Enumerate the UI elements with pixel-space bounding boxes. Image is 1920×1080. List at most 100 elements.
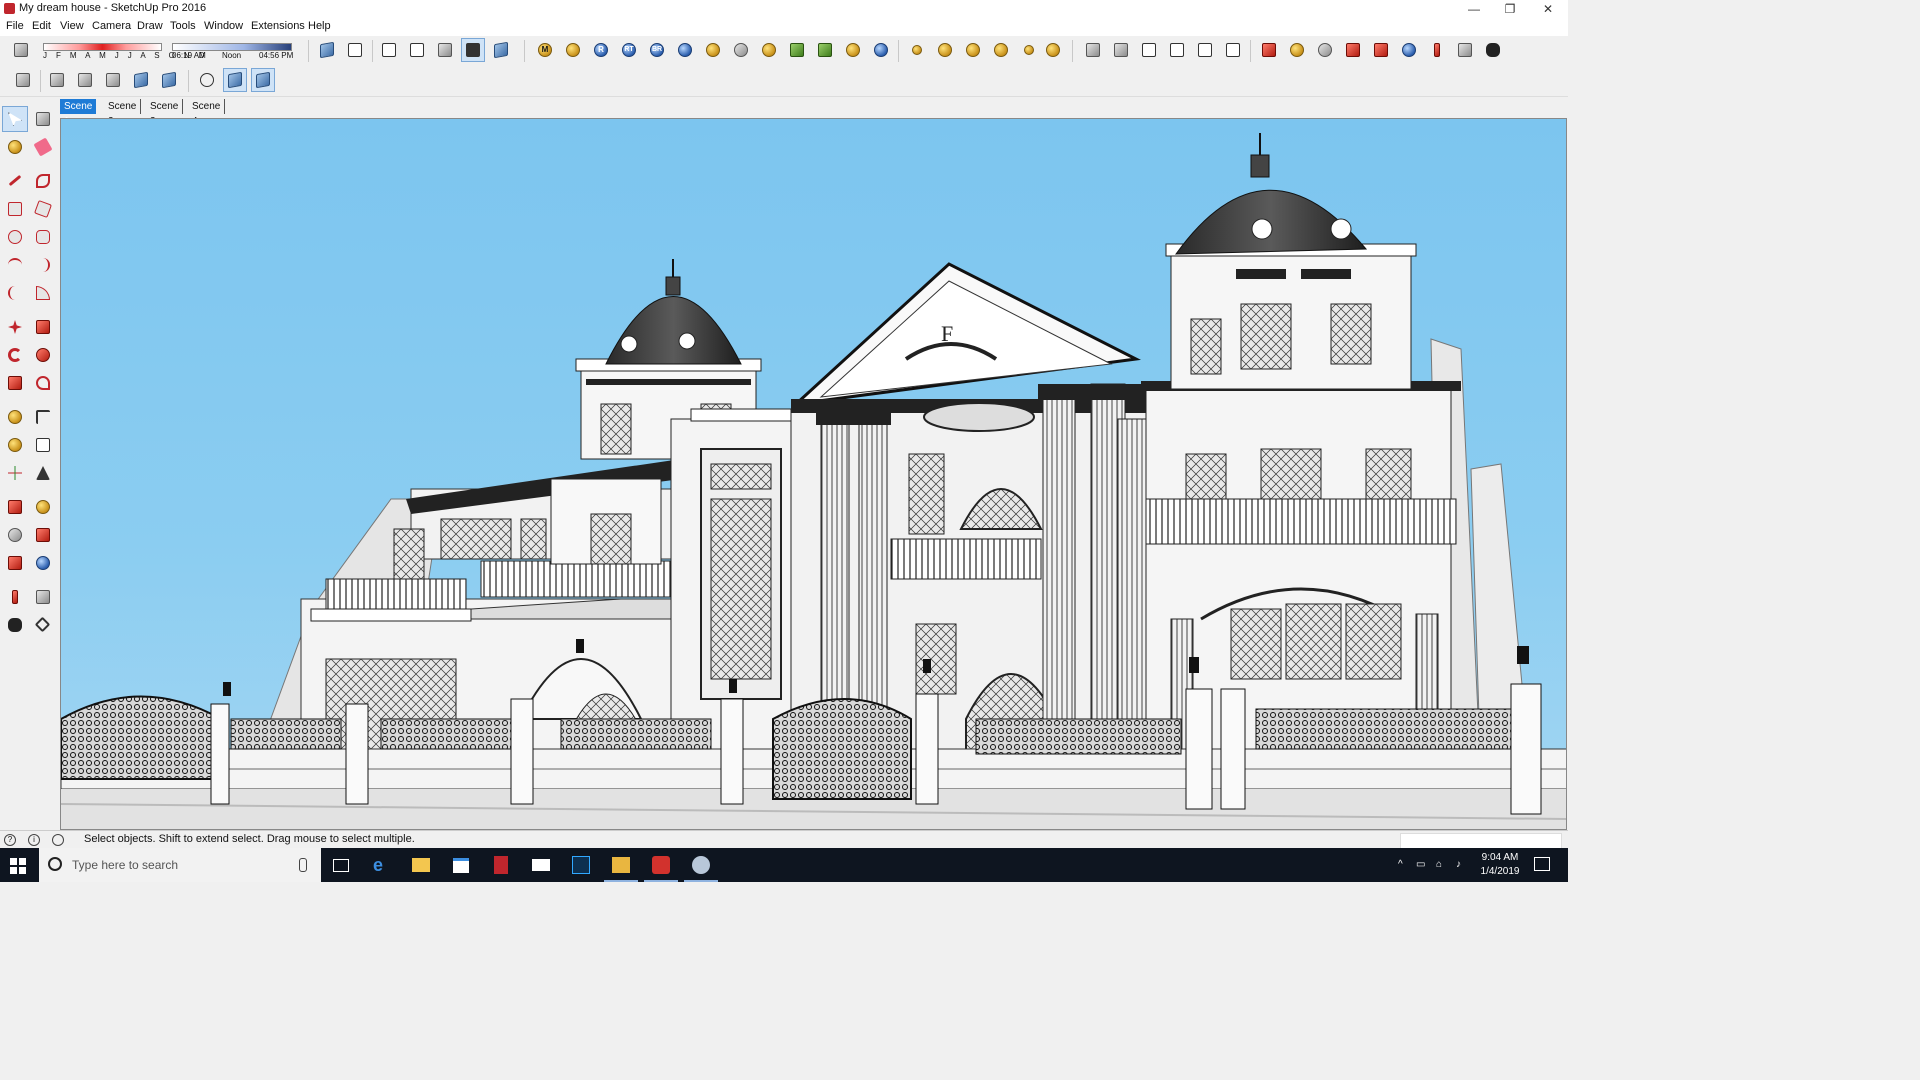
time-slider[interactable] [172, 43, 292, 51]
make-component-tool[interactable] [31, 107, 55, 131]
menu-draw[interactable]: Draw [137, 20, 163, 32]
file-explorer-button[interactable] [410, 854, 432, 876]
shaded-button[interactable] [434, 39, 456, 61]
terrain-button[interactable] [786, 39, 808, 61]
scale-tool[interactable] [3, 371, 27, 395]
menu-file[interactable]: File [6, 20, 24, 32]
ies-light-button[interactable] [1042, 39, 1064, 61]
plane-button[interactable] [758, 39, 780, 61]
tape-measure-tool[interactable] [3, 405, 27, 429]
right-view-button[interactable] [1166, 39, 1188, 61]
mail-button[interactable] [530, 854, 552, 876]
menu-camera[interactable]: Camera [92, 20, 131, 32]
pdf-app-button[interactable] [490, 854, 512, 876]
plugin-label-button[interactable] [702, 39, 724, 61]
position-camera-button[interactable] [1426, 39, 1448, 61]
push-pull-tool[interactable] [31, 315, 55, 339]
select-tool[interactable] [2, 106, 28, 132]
store-button[interactable] [450, 854, 472, 876]
layout-app-button[interactable] [684, 854, 718, 882]
credits-icon[interactable]: i [28, 834, 40, 846]
rotate-tool[interactable] [3, 343, 27, 367]
notification-icon[interactable] [1534, 857, 1550, 871]
three-point-arc-tool[interactable] [3, 281, 27, 305]
zoom-window-button[interactable] [1342, 39, 1364, 61]
rectangle-tool[interactable] [3, 197, 27, 221]
pan-button[interactable] [1286, 39, 1308, 61]
walk-tool[interactable] [3, 613, 27, 637]
microphone-icon[interactable] [299, 858, 307, 872]
zoom-tool[interactable] [3, 523, 27, 547]
menu-view[interactable]: View [60, 20, 84, 32]
omni-light-button[interactable] [1018, 39, 1040, 61]
axes-tool[interactable] [3, 461, 27, 485]
group-button[interactable] [158, 69, 180, 91]
sphere-button[interactable] [730, 39, 752, 61]
help-plugin-button[interactable] [674, 39, 696, 61]
front-view-button[interactable] [1138, 39, 1160, 61]
line-tool[interactable] [3, 169, 27, 193]
sketchup-taskbar-button[interactable] [644, 854, 678, 882]
month-slider[interactable] [43, 43, 162, 51]
menu-window[interactable]: Window [204, 20, 243, 32]
text-tool[interactable] [31, 433, 55, 457]
model-viewport[interactable]: F [60, 118, 1567, 830]
minimize-button[interactable]: — [1456, 0, 1492, 18]
terrain-alt-button[interactable] [814, 39, 836, 61]
edge-browser-button[interactable]: e [371, 854, 393, 876]
freehand-tool[interactable] [31, 169, 55, 193]
zoom-button[interactable] [1314, 39, 1336, 61]
layers-button[interactable] [12, 69, 34, 91]
arc-tool[interactable] [3, 253, 27, 277]
look-around-tool[interactable] [31, 585, 55, 609]
clock-time[interactable]: 9:04 AM [1480, 852, 1520, 863]
battery-icon[interactable]: ▭ [1416, 859, 1425, 870]
follow-me-tool[interactable] [31, 343, 55, 367]
target-button[interactable] [842, 39, 864, 61]
restore-button[interactable]: ❐ [1492, 0, 1528, 18]
plugin-br-button[interactable]: BR [646, 39, 668, 61]
left-view-button[interactable] [1222, 39, 1244, 61]
previous-view-button[interactable] [1398, 39, 1420, 61]
section-plane-button[interactable] [46, 69, 68, 91]
geo-location-icon[interactable]: ? [4, 834, 16, 846]
orbit-button[interactable] [1258, 39, 1280, 61]
photoshop-button[interactable] [570, 854, 592, 876]
user-icon[interactable] [52, 834, 64, 846]
position-camera-tool[interactable] [3, 585, 27, 609]
menu-tools[interactable]: Tools [170, 20, 196, 32]
top-view-button[interactable] [1110, 39, 1132, 61]
back-view-button[interactable] [1194, 39, 1216, 61]
media-player-button[interactable] [604, 854, 638, 882]
network-icon[interactable]: ⌂ [1436, 859, 1442, 870]
tray-chevron-icon[interactable]: ^ [1398, 859, 1403, 870]
paint-bucket-tool[interactable] [3, 135, 27, 159]
circle-tool[interactable] [3, 225, 27, 249]
monochrome-button[interactable] [490, 39, 512, 61]
volume-icon[interactable]: ♪ [1456, 859, 1461, 870]
spotlight-button[interactable] [934, 39, 956, 61]
zoom-window-tool[interactable] [31, 523, 55, 547]
dimension-tool[interactable] [31, 405, 55, 429]
menu-extensions[interactable]: Extensions [251, 20, 305, 32]
plugin-rt-button[interactable]: RT [618, 39, 640, 61]
tab-scene-3[interactable]: Scene 3 [146, 99, 184, 127]
tab-scene-1[interactable]: Scene 1 [60, 99, 97, 127]
wireframe-button[interactable] [378, 39, 400, 61]
light-button[interactable] [906, 39, 928, 61]
tab-scene-2[interactable]: Scene 2 [104, 99, 142, 127]
shadows-toggle-button[interactable] [10, 39, 32, 61]
plugin-tag-button[interactable] [562, 39, 584, 61]
tab-scene-4[interactable]: Scene 4 [188, 99, 226, 127]
iso-view-button[interactable] [1082, 39, 1104, 61]
walk-button[interactable] [1482, 39, 1504, 61]
protractor-tool[interactable] [3, 433, 27, 457]
close-button[interactable]: ✕ [1530, 0, 1566, 18]
taskbar-search-input[interactable]: Type here to search [39, 848, 321, 882]
parallel-projection-button[interactable] [251, 68, 275, 92]
task-view-button[interactable] [330, 854, 352, 876]
perspective-button[interactable] [223, 68, 247, 92]
previous-view-tool[interactable] [31, 551, 55, 575]
move-tool[interactable] [3, 315, 27, 339]
zoom-extents-button[interactable] [1370, 39, 1392, 61]
